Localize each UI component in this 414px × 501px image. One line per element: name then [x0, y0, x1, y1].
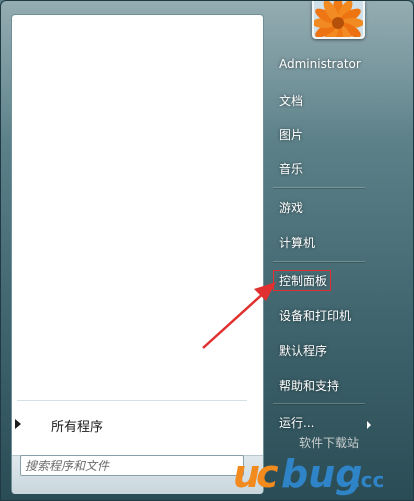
documents-link[interactable]: 文档: [272, 89, 372, 113]
music-label: 音乐: [279, 162, 304, 176]
documents-label: 文档: [279, 94, 304, 108]
start-menu: 所有程序 Administrator: [0, 0, 414, 501]
music-link[interactable]: 音乐: [272, 157, 372, 181]
ucbug-logo-icon: 软件下载站 u c bug .cc: [233, 436, 384, 496]
devices-printers-link[interactable]: 设备和打印机: [272, 304, 372, 328]
run-label: 运行...: [279, 416, 315, 430]
games-link[interactable]: 游戏: [272, 196, 372, 220]
search-input[interactable]: [20, 455, 244, 476]
all-programs-button[interactable]: 所有程序: [7, 411, 247, 437]
annotation-arrow-icon: [202, 282, 276, 349]
separator: [273, 261, 365, 263]
chevron-right-icon: [367, 421, 371, 429]
programs-separator: [17, 400, 247, 401]
pictures-link[interactable]: 图片: [272, 123, 372, 147]
triangle-right-icon: [15, 419, 21, 429]
help-support-link[interactable]: 帮助和支持: [272, 374, 372, 398]
user-picture[interactable]: [312, 1, 365, 39]
default-programs-link[interactable]: 默认程序: [272, 339, 372, 363]
games-label: 游戏: [279, 201, 304, 215]
watermark-logo: 软件下载站 u c bug .cc: [231, 431, 411, 497]
flower-icon: [314, 1, 363, 37]
help-support-label: 帮助和支持: [279, 379, 340, 393]
svg-text:bug: bug: [281, 452, 362, 496]
default-programs-label: 默认程序: [279, 344, 328, 358]
svg-text:c: c: [256, 452, 279, 496]
user-name: Administrator: [279, 57, 361, 71]
svg-text:.cc: .cc: [353, 468, 384, 492]
computer-label: 计算机: [279, 236, 316, 250]
svg-text:软件下载站: 软件下载站: [299, 436, 359, 450]
all-programs-label: 所有程序: [51, 420, 104, 435]
pictures-label: 图片: [279, 128, 304, 142]
separator: [273, 187, 365, 189]
separator: [273, 403, 365, 405]
user-name-link[interactable]: Administrator: [272, 54, 372, 78]
computer-link[interactable]: 计算机: [272, 231, 372, 255]
devices-printers-label: 设备和打印机: [279, 309, 352, 323]
